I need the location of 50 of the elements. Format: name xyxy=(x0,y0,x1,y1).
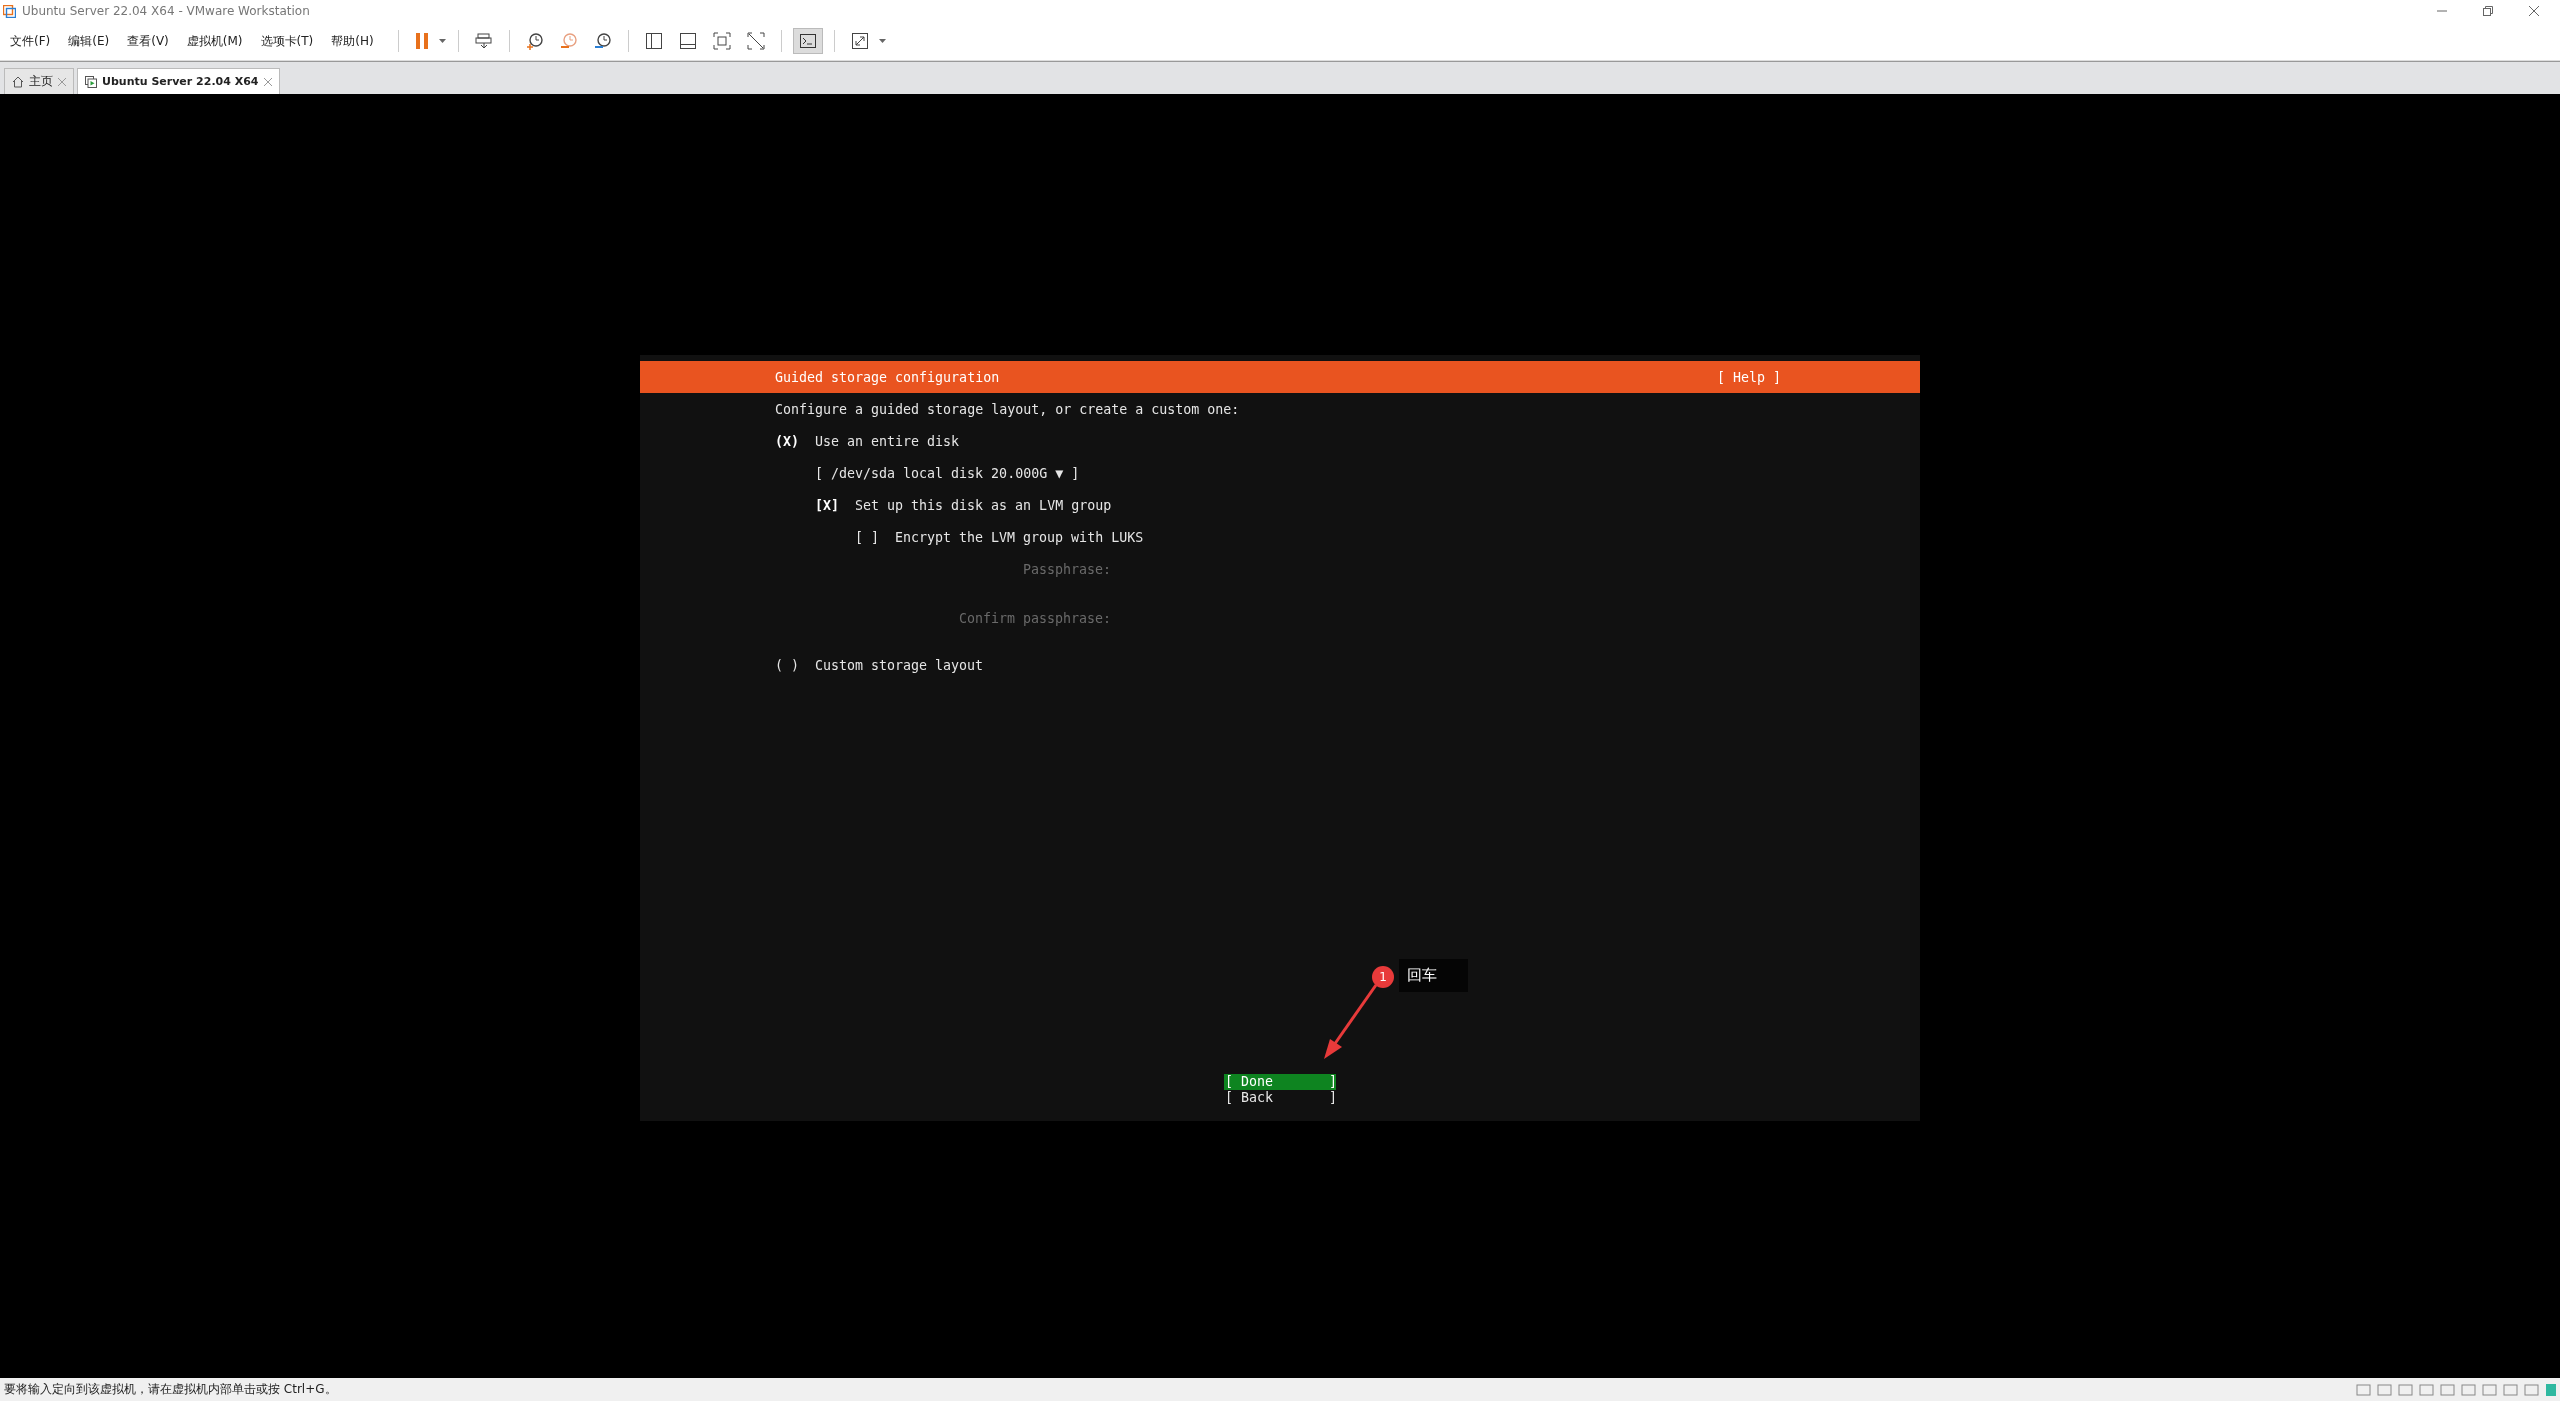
restore-icon[interactable] xyxy=(2482,5,2494,17)
status-text: 要将输入定向到该虚拟机，请在虚拟机内部单击或按 Ctrl+G。 xyxy=(4,1381,337,1398)
fullscreen-icon xyxy=(712,32,731,50)
option-label: Encrypt the LVM group with LUKS xyxy=(895,529,1144,545)
clock-icon xyxy=(559,32,578,50)
radio-button[interactable]: (X) xyxy=(775,433,815,449)
terminal-icon xyxy=(798,32,817,50)
menu-item[interactable]: 虚拟机(M) xyxy=(184,30,245,52)
home-icon xyxy=(12,75,24,88)
disk-dropdown[interactable]: [ /dev/sda local disk 20.000G ▼ ] xyxy=(815,465,1080,481)
field-label: Confirm passphrase: xyxy=(957,610,1111,626)
crossed-window-icon xyxy=(746,32,765,50)
keyboard-arrow-icon xyxy=(474,32,493,50)
tab[interactable]: Ubuntu Server 22.04 X64 xyxy=(77,68,280,94)
field-label: Passphrase: xyxy=(1021,561,1111,577)
window-title: Ubuntu Server 22.04 X64 - VMware Workstation xyxy=(22,4,310,18)
menu-item[interactable]: 选项卡(T) xyxy=(258,30,316,52)
close-icon[interactable] xyxy=(263,77,272,86)
close-icon[interactable] xyxy=(2528,5,2540,17)
menu-item[interactable]: 帮助(H) xyxy=(329,30,376,52)
app-logo-icon xyxy=(3,4,16,18)
clock-icon xyxy=(525,32,544,50)
prompt-text: Configure a guided storage layout, or create a custom one: xyxy=(775,401,1240,417)
installer-title: Guided storage configuration xyxy=(775,369,1000,385)
toolbar-button[interactable] xyxy=(792,28,823,54)
help-button[interactable]: [ Help ] xyxy=(1716,369,1781,385)
caret-icon[interactable] xyxy=(878,39,886,43)
menu-item[interactable]: 查看(V) xyxy=(125,30,171,52)
checkbox[interactable]: [X] xyxy=(815,497,855,513)
tab-label: 主页 xyxy=(29,73,53,90)
option-label: Set up this disk as an LVM group xyxy=(855,497,1112,513)
radio-button[interactable]: ( ) xyxy=(775,657,815,673)
option-label: Custom storage layout xyxy=(815,657,984,673)
clock-icon xyxy=(593,32,612,50)
installer-button[interactable]: [ Back ] xyxy=(1224,1090,1336,1106)
caret-icon[interactable] xyxy=(438,39,446,43)
pause-icon xyxy=(414,33,429,49)
step-number-badge: 1 xyxy=(1372,966,1394,988)
checkbox[interactable]: [ ] xyxy=(855,529,895,545)
menu-item[interactable]: 文件(F) xyxy=(8,30,53,52)
annotation-label: 回车 xyxy=(1399,959,1468,992)
installer-button[interactable]: [ Done ] xyxy=(1224,1074,1336,1090)
option-label: Use an entire disk xyxy=(815,433,960,449)
vm-play-icon xyxy=(85,75,97,88)
tab[interactable]: 主页 xyxy=(4,68,74,94)
sidebar-layout-icon xyxy=(644,32,663,50)
expand-window-icon xyxy=(850,32,869,50)
tab-label: Ubuntu Server 22.04 X64 xyxy=(102,75,259,88)
menu-item[interactable]: 编辑(E) xyxy=(66,30,112,52)
bottom-panel-layout-icon xyxy=(678,32,697,50)
